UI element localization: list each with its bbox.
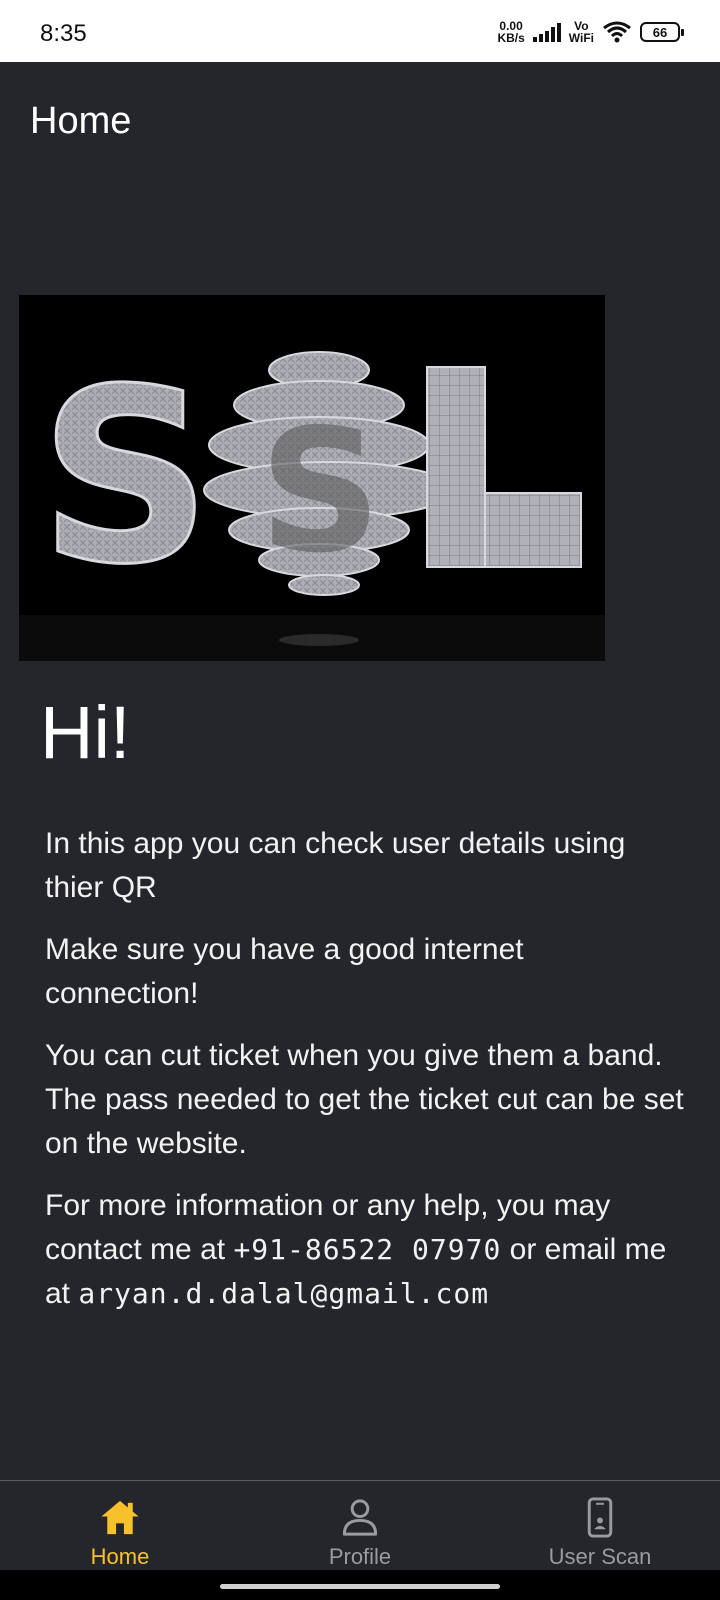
gesture-handle[interactable]	[220, 1584, 500, 1589]
info-paragraph-internet: Make sure you have a good internet conne…	[45, 933, 524, 1010]
greeting-heading: Hi!	[40, 691, 131, 774]
bottom-navigation: Home Profile User Scan	[0, 1480, 720, 1570]
network-speed: 0.00 KB/s	[497, 20, 524, 44]
info-paragraph-qr: In this app you can check user details u…	[45, 827, 626, 904]
info-paragraph-ticket: You can cut ticket when you give them a …	[45, 1039, 684, 1160]
home-icon	[101, 1500, 139, 1535]
nav-label-home: Home	[90, 1544, 150, 1569]
nav-item-profile[interactable]: Profile	[240, 1481, 480, 1570]
profile-icon	[342, 1499, 378, 1536]
contact-email[interactable]: aryan.d.dalal@gmail.com	[78, 1277, 489, 1310]
vowifi-indicator: Vo WiFi	[569, 20, 594, 44]
nav-label-user-scan: User Scan	[548, 1544, 652, 1569]
nav-item-user-scan[interactable]: User Scan	[480, 1481, 720, 1570]
status-time: 8:35	[40, 20, 87, 47]
contact-phone[interactable]: +91-86522 07970	[233, 1233, 501, 1266]
battery-icon: 66	[640, 22, 684, 42]
network-speed-unit: KB/s	[497, 31, 525, 45]
wifi-label: WiFi	[568, 31, 594, 45]
wifi-icon	[603, 21, 631, 43]
nav-item-home[interactable]: Home	[0, 1481, 240, 1570]
page-title: Home	[30, 100, 132, 142]
nav-label-profile: Profile	[328, 1544, 392, 1569]
phone-scan-icon	[587, 1497, 613, 1538]
status-icons: 0.00 KB/s Vo WiFi 66	[497, 14, 684, 50]
battery-level: 66	[652, 24, 668, 40]
svg-text:S: S	[259, 393, 381, 591]
info-content: In this app you can check user details u…	[45, 822, 685, 1334]
cell-signal-icon	[532, 22, 561, 42]
svg-text:S: S	[39, 337, 212, 617]
ssl-logo-image: S S	[19, 295, 605, 661]
info-paragraph-contact: For more information or any help, you ma…	[45, 1184, 685, 1316]
status-bar: 8:35 0.00 KB/s Vo WiFi 66	[0, 0, 720, 62]
